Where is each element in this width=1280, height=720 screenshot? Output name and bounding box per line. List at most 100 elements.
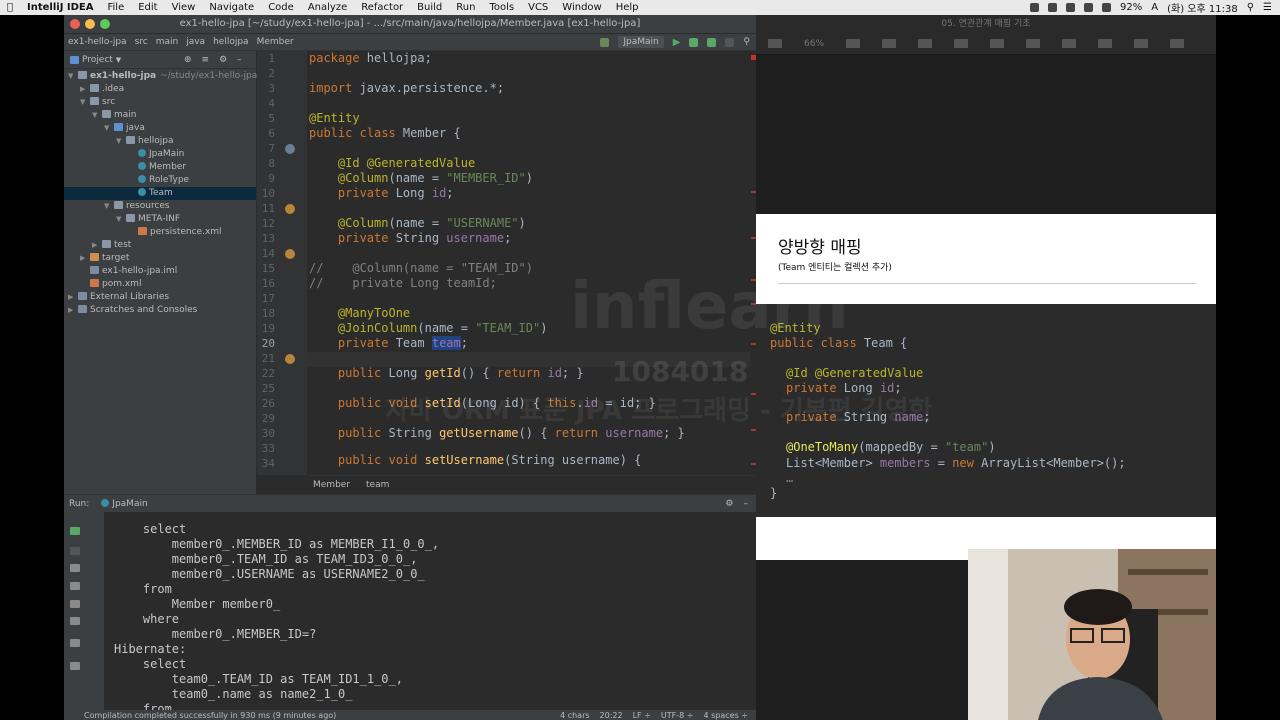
table-icon[interactable] bbox=[954, 39, 969, 48]
zoom-level[interactable]: 66% bbox=[804, 39, 824, 49]
run-icon[interactable]: ▶ bbox=[673, 37, 681, 48]
keynote-live-icon[interactable] bbox=[918, 39, 933, 48]
menu-vcs[interactable]: VCS bbox=[521, 2, 555, 13]
caret-position[interactable]: 20:22 bbox=[600, 711, 623, 720]
menu-code[interactable]: Code bbox=[261, 2, 301, 13]
format-icon[interactable] bbox=[1170, 39, 1185, 48]
breadcrumb-src[interactable]: src bbox=[131, 37, 152, 47]
menu-edit[interactable]: Edit bbox=[131, 2, 164, 13]
tree-item[interactable]: pom.xml bbox=[64, 278, 256, 291]
gear-icon[interactable]: ⚙ bbox=[219, 55, 227, 65]
expanded-arrow-icon[interactable]: ▼ bbox=[104, 200, 114, 213]
expanded-arrow-icon[interactable]: ▼ bbox=[104, 122, 114, 135]
tree-item[interactable]: Member bbox=[64, 161, 256, 174]
menu-file[interactable]: File bbox=[101, 2, 132, 13]
indent-setting[interactable]: 4 spaces ÷ bbox=[703, 711, 748, 720]
layout-icon[interactable] bbox=[70, 639, 80, 647]
tree-item[interactable]: ▼ ex1-hello-jpa ~/study/ex1-hello-jpa bbox=[64, 70, 257, 83]
tree-item[interactable]: ▼ java bbox=[64, 122, 256, 135]
bluetooth-icon[interactable] bbox=[1084, 3, 1094, 12]
print-icon[interactable] bbox=[70, 600, 80, 608]
soft-wrap-icon[interactable] bbox=[70, 564, 80, 572]
tree-item[interactable]: ▼ hellojpa bbox=[64, 135, 256, 148]
comment-icon[interactable] bbox=[1134, 39, 1149, 48]
text-icon[interactable] bbox=[1026, 39, 1041, 48]
tree-item[interactable]: persistence.xml bbox=[64, 226, 256, 239]
input-source[interactable]: A bbox=[1151, 2, 1158, 13]
collapsed-arrow-icon[interactable]: ▶ bbox=[68, 291, 78, 304]
breadcrumb-java[interactable]: java bbox=[182, 37, 209, 47]
hide-icon[interactable]: – bbox=[237, 55, 242, 65]
apple-icon[interactable]:  bbox=[0, 2, 20, 13]
editor-crumb-class[interactable]: Member bbox=[313, 480, 350, 490]
shape-icon[interactable] bbox=[1062, 39, 1077, 48]
coverage-icon[interactable] bbox=[707, 37, 717, 47]
expanded-arrow-icon[interactable]: ▼ bbox=[68, 70, 78, 83]
menu-analyze[interactable]: Analyze bbox=[301, 2, 354, 13]
menu-view[interactable]: View bbox=[165, 2, 203, 13]
zoom-window-button[interactable] bbox=[100, 19, 110, 29]
tree-item[interactable]: ▼ main bbox=[64, 109, 256, 122]
annotation-icon[interactable] bbox=[285, 249, 295, 259]
breadcrumb-project[interactable]: ex1-hello-jpa bbox=[64, 37, 131, 47]
media-icon[interactable] bbox=[1098, 39, 1113, 48]
gear-icon[interactable]: ⚙ bbox=[725, 499, 733, 509]
menu-help[interactable]: Help bbox=[609, 2, 646, 13]
tree-item[interactable]: Team bbox=[64, 187, 256, 200]
pin-icon[interactable] bbox=[70, 662, 80, 670]
tree-item[interactable]: ▶ External Libraries bbox=[64, 291, 256, 304]
stop-icon[interactable] bbox=[725, 37, 735, 47]
status-cloud-icon[interactable] bbox=[1066, 3, 1076, 12]
tree-item[interactable]: JpaMain bbox=[64, 148, 256, 161]
menu-window[interactable]: Window bbox=[555, 2, 608, 13]
add-slide-icon[interactable] bbox=[846, 39, 861, 48]
run-console-output[interactable]: select member0_.MEMBER_ID as MEMBER_I1_0… bbox=[104, 512, 756, 710]
menu-run[interactable]: Run bbox=[449, 2, 482, 13]
file-encoding[interactable]: UTF-8 ÷ bbox=[661, 711, 694, 720]
run-config-select[interactable]: JpaMain bbox=[618, 36, 664, 48]
line-separator[interactable]: LF ÷ bbox=[633, 711, 651, 720]
tree-item[interactable]: ▼ src bbox=[64, 96, 256, 109]
run-config-tab[interactable]: JpaMain bbox=[101, 498, 148, 509]
scroll-to-end-icon[interactable] bbox=[70, 582, 80, 590]
notification-icon[interactable]: ☰ bbox=[1263, 2, 1272, 13]
project-panel-title[interactable]: Project bbox=[82, 55, 113, 65]
battery-percent[interactable]: 92% bbox=[1120, 2, 1142, 13]
collapsed-arrow-icon[interactable]: ▶ bbox=[92, 239, 102, 252]
menu-tools[interactable]: Tools bbox=[482, 2, 521, 13]
view-icon[interactable] bbox=[768, 39, 782, 48]
collapse-icon[interactable]: ≡ bbox=[202, 55, 210, 65]
menu-build[interactable]: Build bbox=[410, 2, 449, 13]
menu-app-name[interactable]: IntelliJ IDEA bbox=[20, 2, 100, 13]
rerun-icon[interactable] bbox=[70, 527, 80, 535]
minimize-window-button[interactable] bbox=[85, 19, 95, 29]
play-icon[interactable] bbox=[882, 39, 897, 48]
hammer-build-icon[interactable] bbox=[600, 37, 610, 47]
tree-item[interactable]: ex1-hello-jpa.iml bbox=[64, 265, 256, 278]
debug-icon[interactable] bbox=[689, 37, 699, 47]
tree-item[interactable]: ▶ target bbox=[64, 252, 256, 265]
menu-refactor[interactable]: Refactor bbox=[354, 2, 410, 13]
menu-navigate[interactable]: Navigate bbox=[202, 2, 261, 13]
status-sync-icon[interactable] bbox=[1048, 3, 1058, 12]
search-icon[interactable]: ⚲ bbox=[1247, 2, 1254, 13]
stop-icon[interactable] bbox=[70, 547, 80, 555]
collapsed-arrow-icon[interactable]: ▶ bbox=[80, 252, 90, 265]
tree-item[interactable]: RoleType bbox=[64, 174, 256, 187]
db-icon[interactable] bbox=[285, 144, 295, 154]
collapsed-arrow-icon[interactable]: ▶ bbox=[68, 304, 78, 317]
clear-all-icon[interactable] bbox=[70, 617, 80, 625]
breadcrumb-class[interactable]: Member bbox=[253, 37, 298, 47]
tree-item[interactable]: ▼ resources bbox=[64, 200, 256, 213]
expanded-arrow-icon[interactable]: ▼ bbox=[116, 135, 126, 148]
implementation-icon[interactable] bbox=[285, 204, 295, 214]
hide-panel-icon[interactable]: – bbox=[744, 499, 749, 509]
breadcrumb-package[interactable]: hellojpa bbox=[209, 37, 252, 47]
tree-item[interactable]: ▶ test bbox=[64, 239, 256, 252]
editor-crumb-field[interactable]: team bbox=[366, 480, 389, 490]
expanded-arrow-icon[interactable]: ▼ bbox=[80, 96, 90, 109]
search-everywhere-icon[interactable]: ⚲ bbox=[743, 37, 750, 47]
chart-icon[interactable] bbox=[990, 39, 1005, 48]
expanded-arrow-icon[interactable]: ▼ bbox=[116, 213, 126, 226]
locate-icon[interactable]: ⊕ bbox=[184, 55, 192, 65]
